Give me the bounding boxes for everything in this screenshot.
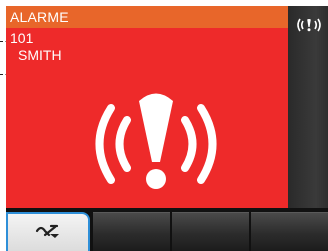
softkey-3[interactable] — [172, 212, 249, 251]
softkey-bar — [6, 208, 328, 251]
alarm-title: ALARME — [10, 9, 69, 25]
mute-alarm-icon — [35, 224, 59, 238]
caller-number: 101 — [10, 30, 34, 46]
alarm-header: ALARME — [6, 6, 288, 28]
caller-name: SMITH — [18, 47, 62, 63]
alarm-status-icon — [297, 18, 321, 32]
phone-screen: ALARME 101 SMITH — [6, 6, 328, 251]
softkey-mute-alarm[interactable] — [6, 212, 90, 251]
side-status-bar — [288, 6, 328, 208]
softkey-2[interactable] — [93, 212, 170, 251]
alarm-body: 101 SMITH — [6, 28, 288, 208]
softkey-4[interactable] — [251, 212, 328, 251]
